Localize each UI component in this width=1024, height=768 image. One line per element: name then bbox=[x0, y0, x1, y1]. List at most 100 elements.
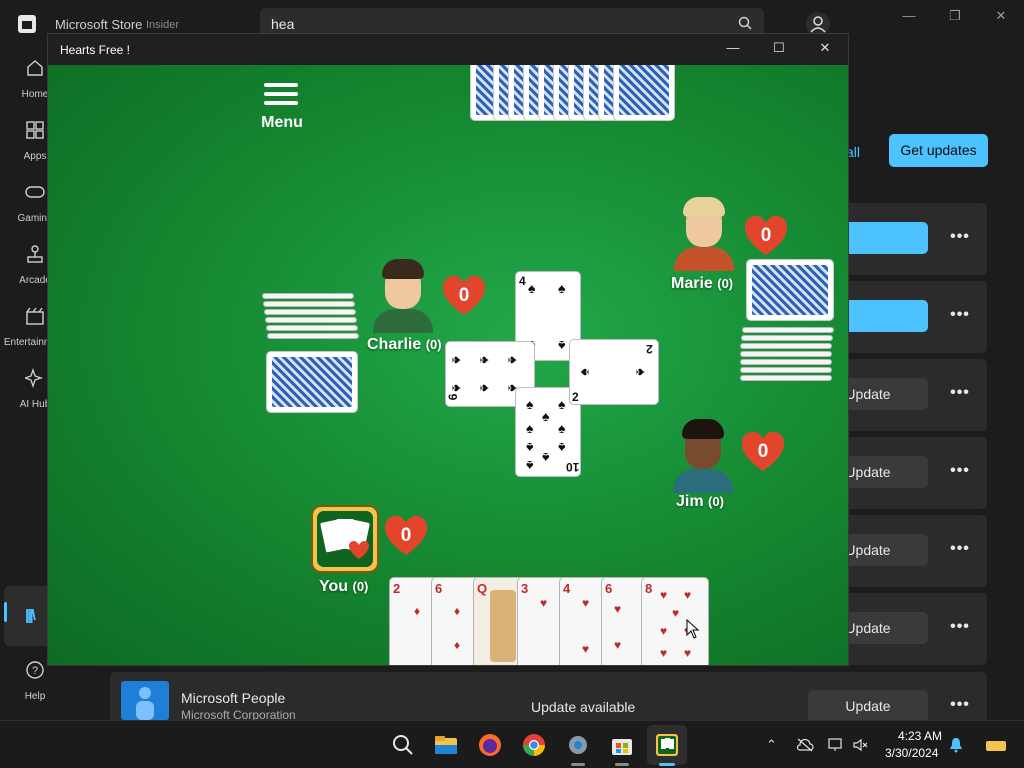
library-icon: |||\ bbox=[25, 607, 36, 624]
hearts-maximize-icon[interactable]: ☐ bbox=[768, 40, 790, 58]
settings-icon[interactable] bbox=[566, 733, 590, 757]
spade-icon: ♠ bbox=[526, 440, 534, 456]
entertainment-icon bbox=[26, 307, 44, 325]
more-options-icon[interactable]: ••• bbox=[948, 384, 972, 404]
sidebar-item-label: Help bbox=[24, 691, 46, 702]
app-name: Microsoft People bbox=[181, 690, 286, 706]
spade-icon: ♠ bbox=[449, 356, 466, 364]
you-score: (0) bbox=[352, 579, 369, 594]
search-icon[interactable] bbox=[391, 733, 415, 757]
more-options-icon[interactable]: ••• bbox=[948, 540, 972, 560]
avatar-body bbox=[673, 469, 733, 493]
menu-button[interactable]: Menu bbox=[258, 81, 306, 133]
spade-icon: ♠ bbox=[633, 368, 650, 376]
card-rank: 2 bbox=[393, 581, 401, 596]
card-edge bbox=[740, 367, 832, 373]
card-edge bbox=[267, 333, 359, 339]
update-status: Update available bbox=[531, 699, 636, 715]
heart-icon: ♥ bbox=[582, 642, 590, 656]
sidebar-active-indicator bbox=[4, 602, 7, 622]
card-edge bbox=[266, 325, 358, 331]
charlie-avatar bbox=[368, 257, 438, 333]
avatar-hair bbox=[682, 419, 724, 439]
mouse-cursor-icon bbox=[686, 619, 700, 639]
card-back bbox=[746, 259, 834, 321]
update-button[interactable]: Update bbox=[808, 690, 928, 722]
clock-time[interactable]: 4:23 AM bbox=[898, 729, 942, 743]
more-options-icon[interactable]: ••• bbox=[948, 618, 972, 638]
apps-icon bbox=[26, 121, 44, 139]
firefox-icon[interactable] bbox=[478, 733, 502, 757]
search-icon[interactable] bbox=[738, 16, 752, 30]
you-label: You (0) bbox=[319, 578, 368, 596]
heart-icon: ♥ bbox=[660, 588, 668, 602]
more-options-icon[interactable]: ••• bbox=[948, 306, 972, 326]
chrome-icon[interactable] bbox=[522, 733, 546, 757]
card-edge bbox=[742, 327, 834, 333]
charlie-score: (0) bbox=[425, 337, 442, 352]
spade-icon: ♠ bbox=[526, 458, 534, 474]
card-rank: 2 bbox=[646, 342, 653, 356]
get-updates-button[interactable]: Get updates bbox=[889, 134, 988, 167]
marie-name: Marie bbox=[671, 275, 713, 292]
network-icon[interactable] bbox=[828, 738, 844, 752]
clock-date[interactable]: 3/30/2024 bbox=[885, 746, 938, 760]
volume-muted-icon[interactable] bbox=[853, 738, 869, 752]
card-rank: 4 bbox=[519, 274, 526, 288]
chevron-up-icon[interactable]: ⌃ bbox=[766, 737, 777, 753]
arcade-icon bbox=[27, 245, 43, 263]
you-avatar bbox=[311, 505, 379, 573]
file-explorer-icon[interactable] bbox=[434, 733, 458, 757]
charlie-label: Charlie (0) bbox=[367, 336, 442, 354]
you-hearts-count: 0 bbox=[400, 525, 412, 546]
hearts-minimize-icon[interactable]: — bbox=[722, 40, 744, 58]
store-search-value: hea bbox=[271, 16, 295, 32]
store-close-icon[interactable]: ✕ bbox=[989, 8, 1013, 26]
heart-icon: ♥ bbox=[660, 646, 668, 660]
marie-hearts-badge: 0 bbox=[743, 215, 789, 257]
jim-avatar bbox=[668, 417, 738, 493]
store-restore-icon[interactable]: ❐ bbox=[943, 8, 967, 26]
heart-icon: ♥ bbox=[614, 602, 622, 616]
home-icon bbox=[27, 60, 43, 76]
notification-bell-icon[interactable] bbox=[949, 737, 963, 753]
microsoft-people-app-icon bbox=[121, 681, 169, 720]
charlie-hearts-count: 0 bbox=[458, 285, 470, 306]
card-back bbox=[266, 351, 358, 413]
store-logo-icon bbox=[18, 15, 36, 33]
gaming-icon bbox=[25, 186, 45, 198]
card-edge bbox=[740, 351, 832, 357]
spade-icon: ♠ bbox=[558, 396, 566, 412]
spade-icon: ♠ bbox=[558, 440, 566, 456]
card-rank: 3 bbox=[521, 581, 529, 596]
heart-icon: ♥ bbox=[614, 638, 622, 652]
menu-hamburger-bar bbox=[264, 101, 298, 105]
more-options-icon[interactable]: ••• bbox=[948, 462, 972, 482]
ai-hub-icon bbox=[25, 368, 44, 388]
hearts-close-icon[interactable]: ✕ bbox=[814, 40, 836, 58]
queen-figure-icon bbox=[490, 590, 516, 662]
settings-running-indicator bbox=[571, 763, 585, 766]
microsoft-store-icon[interactable] bbox=[610, 733, 634, 757]
card-rank: Q bbox=[477, 581, 488, 596]
heart-icon: ♥ bbox=[684, 588, 692, 602]
trick-card-east: 2 2 ♠ ♠ bbox=[569, 339, 659, 405]
card-edge bbox=[263, 301, 355, 307]
store-minimize-icon[interactable]: — bbox=[897, 8, 921, 26]
onedrive-offline-icon[interactable] bbox=[796, 738, 814, 752]
heart-icon: ♥ bbox=[660, 624, 668, 638]
card-edge bbox=[741, 335, 833, 341]
menu-hamburger-icon bbox=[264, 83, 298, 87]
more-options-icon[interactable]: ••• bbox=[948, 228, 972, 248]
more-options-icon[interactable]: ••• bbox=[948, 696, 972, 716]
card-rank: 9 bbox=[445, 393, 460, 401]
menu-hamburger-bar bbox=[264, 92, 298, 96]
marie-avatar bbox=[669, 195, 739, 271]
heart-icon: ♥ bbox=[582, 596, 590, 610]
diamond-icon: ♦ bbox=[454, 604, 461, 618]
spade-icon: ♠ bbox=[505, 356, 522, 364]
spade-icon: ♠ bbox=[449, 384, 466, 392]
spade-icon: ♠ bbox=[558, 338, 566, 354]
card-edge bbox=[740, 359, 832, 365]
jim-hearts-badge: 0 bbox=[740, 431, 786, 473]
